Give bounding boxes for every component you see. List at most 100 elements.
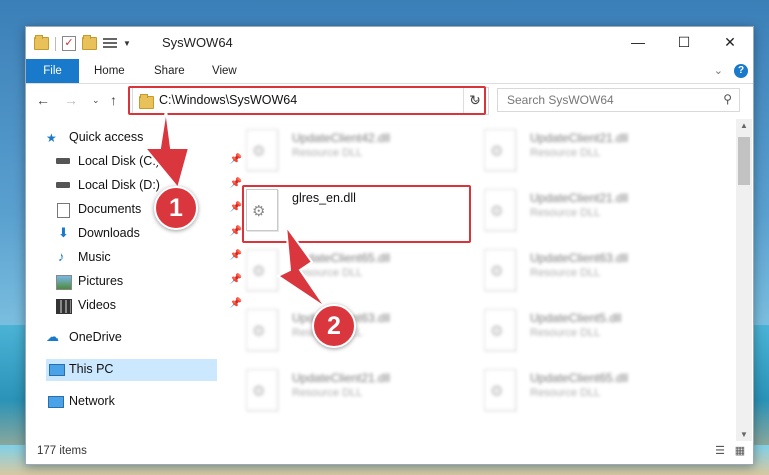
file-type: Resource DLL [292, 147, 363, 159]
dll-file-icon [246, 369, 278, 411]
file-type: Resource DLL [530, 387, 601, 399]
sidebar-item-documents[interactable]: Documents 📌 [56, 199, 246, 221]
sidebar-item-music[interactable]: ♪ Music 📌 [56, 247, 246, 269]
drive-icon [56, 158, 70, 164]
file-type: Resource DLL [530, 147, 601, 159]
dll-file-icon [484, 249, 516, 291]
videos-icon [56, 299, 72, 314]
sidebar-item-onedrive[interactable]: ☁ OneDrive [46, 327, 236, 349]
sidebar-item-local-disk-c[interactable]: Local Disk (C:) 📌 [56, 151, 246, 173]
sidebar-item-label: Videos [78, 298, 116, 312]
sidebar-item-quick-access[interactable]: ★ Quick access [46, 127, 236, 149]
maximize-button[interactable]: ☐ [661, 27, 707, 57]
file-name: UpdateClient42.dll [292, 131, 391, 145]
tab-view[interactable]: View [212, 59, 237, 83]
dll-file-icon [484, 309, 516, 351]
view-list-icon[interactable] [103, 37, 117, 50]
file-name: UpdateClient21.dll [292, 371, 391, 385]
dll-file-icon [484, 369, 516, 411]
new-folder-icon[interactable] [82, 35, 97, 50]
dll-file-icon [246, 249, 278, 291]
sidebar-item-label: Documents [78, 202, 142, 216]
minimize-button[interactable]: — [615, 27, 661, 57]
title-bar: ✓ ▼ SysWOW64 — ☐ ✕ [26, 27, 753, 59]
window-controls: — ☐ ✕ [615, 27, 753, 57]
sidebar-item-network[interactable]: Network [46, 391, 236, 413]
file-item[interactable]: UpdateClient21.dll Resource DLL [246, 367, 446, 415]
dll-file-icon [484, 129, 516, 171]
back-arrow-icon[interactable]: ← [36, 92, 50, 108]
file-name: UpdateClient21.dll [530, 131, 629, 145]
tab-file[interactable]: File [26, 59, 79, 83]
drive-icon [56, 182, 70, 188]
expand-ribbon-icon[interactable]: ⌄ [714, 64, 723, 77]
downloads-icon: ⬇ [58, 225, 69, 240]
star-icon: ★ [46, 131, 57, 145]
dll-file-icon [246, 309, 278, 351]
quick-access-toolbar: ✓ ▼ [34, 35, 131, 51]
status-bar: 177 items ☰ ▦ [26, 440, 753, 464]
sidebar-item-label: Network [69, 394, 115, 408]
vertical-scrollbar[interactable]: ▲ ▼ [736, 119, 752, 441]
sidebar-item-videos[interactable]: Videos 📌 [56, 295, 246, 317]
sidebar-item-label: Local Disk (D:) [78, 178, 160, 192]
close-button[interactable]: ✕ [707, 27, 753, 57]
file-name: UpdateClient5.dll [530, 311, 622, 325]
scroll-down-icon[interactable]: ▼ [740, 430, 748, 439]
search-icon[interactable]: ⚲ [723, 92, 732, 106]
file-type: Resource DLL [292, 387, 363, 399]
large-icons-view-icon[interactable]: ▦ [733, 444, 747, 458]
forward-arrow-icon[interactable]: → [64, 92, 78, 108]
tab-share[interactable]: Share [154, 59, 185, 83]
navigation-pane: ★ Quick access Local Disk (C:) 📌 Local D… [26, 119, 242, 439]
file-name: UpdateClient65.dll [530, 371, 629, 385]
details-view-icon[interactable]: ☰ [713, 444, 727, 458]
file-list: UpdateClient42.dll Resource DLL UpdateCl… [236, 119, 733, 437]
folder-icon[interactable] [34, 35, 49, 50]
file-name: UpdateClient63.dll [530, 251, 629, 265]
dll-file-icon [246, 129, 278, 171]
sidebar-item-downloads[interactable]: ⬇ Downloads 📌 [56, 223, 246, 245]
ribbon-tabs: File Home Share View ⌄ ? [26, 59, 753, 84]
computer-icon [49, 364, 65, 376]
file-highlight-box [242, 185, 471, 243]
recent-locations-icon[interactable]: ⌄ [92, 95, 100, 106]
explorer-window: ✓ ▼ SysWOW64 — ☐ ✕ File Home Share View … [25, 26, 754, 465]
properties-check-icon[interactable]: ✓ [62, 36, 76, 51]
sidebar-item-label: OneDrive [69, 330, 122, 344]
file-item[interactable]: UpdateClient21.dll Resource DLL [484, 127, 684, 175]
file-item[interactable]: UpdateClient65.dll Resource DLL [484, 367, 684, 415]
pictures-icon [56, 275, 72, 290]
sidebar-item-label: Downloads [78, 226, 140, 240]
toolbar-divider [55, 36, 56, 51]
network-icon [48, 396, 64, 408]
dll-file-icon [484, 189, 516, 231]
search-placeholder: Search SysWOW64 [507, 93, 614, 107]
file-type: Resource DLL [530, 207, 601, 219]
scrollbar-thumb[interactable] [738, 137, 750, 185]
sidebar-item-label: Local Disk (C:) [78, 154, 160, 168]
scroll-up-icon[interactable]: ▲ [740, 121, 748, 130]
file-item[interactable]: UpdateClient42.dll Resource DLL [246, 127, 446, 175]
file-item[interactable]: UpdateClient5.dll Resource DLL [484, 307, 684, 355]
tab-home[interactable]: Home [94, 59, 125, 83]
up-arrow-icon[interactable]: ↑ [110, 92, 117, 108]
sidebar-item-local-disk-d[interactable]: Local Disk (D:) 📌 [56, 175, 246, 197]
file-type: Resource DLL [530, 267, 601, 279]
file-type: Resource DLL [530, 327, 601, 339]
sidebar-item-label: Pictures [78, 274, 124, 288]
file-item[interactable]: UpdateClient65.dll Resource DLL [246, 247, 446, 295]
file-item[interactable]: UpdateClient63.dll Resource DLL [484, 247, 684, 295]
file-name: UpdateClient65.dll [292, 251, 391, 265]
search-input[interactable]: Search SysWOW64 ⚲ [497, 88, 740, 112]
music-icon: ♪ [58, 249, 65, 264]
sidebar-item-label: Quick access [69, 130, 144, 144]
sidebar-item-this-pc[interactable]: This PC [46, 359, 217, 381]
sidebar-item-pictures[interactable]: Pictures 📌 [56, 271, 246, 293]
customize-dropdown-icon[interactable]: ▼ [123, 39, 131, 48]
help-icon[interactable]: ? [734, 64, 748, 78]
file-item[interactable]: UpdateClient21.dll Resource DLL [484, 187, 684, 235]
file-name: UpdateClient21.dll [530, 191, 629, 205]
step-2-badge: 2 [312, 304, 356, 348]
window-title: SysWOW64 [162, 35, 233, 50]
